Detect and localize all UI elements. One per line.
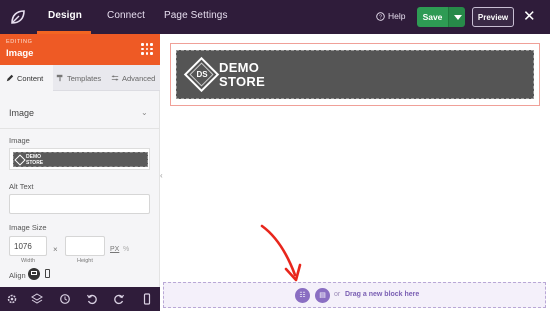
ds-logo-icon [14, 154, 26, 166]
height-input[interactable] [65, 236, 105, 256]
help-link[interactable]: ? Help [376, 11, 405, 21]
mobile-preview-icon[interactable] [141, 293, 153, 305]
tab-templates-label: Templates [67, 73, 102, 83]
brand-line1: DEMO [219, 60, 260, 75]
width-input[interactable]: 1076 [9, 236, 47, 256]
align-mobile-icon[interactable] [45, 269, 50, 278]
add-section-columns-icon[interactable]: ☷ [295, 288, 310, 303]
tab-content[interactable]: Content [0, 65, 53, 91]
thumbnail-brand-line2: STORE [26, 159, 44, 166]
dropzone-or: or [334, 291, 341, 298]
image-picker[interactable]: DEMO STORE [9, 148, 150, 170]
save-dropdown-chevron-icon[interactable] [448, 7, 465, 27]
width-caption: Width [21, 258, 36, 264]
layers-icon[interactable] [31, 293, 43, 305]
demo-store-banner-image: DS DEMO STORE [176, 50, 534, 99]
chevron-up-icon[interactable]: ⌄ [141, 108, 148, 117]
history-icon[interactable] [59, 293, 71, 305]
divider [0, 128, 160, 129]
height-caption: Height [77, 258, 93, 264]
editing-header: EDITING Image [0, 34, 160, 65]
red-arrow-annotation [260, 224, 302, 282]
align-label: Align [9, 271, 26, 280]
seedprod-logo-icon[interactable] [8, 7, 28, 27]
tab-design[interactable]: Design [48, 10, 82, 21]
bottom-toolbar [0, 287, 160, 311]
image-thumbnail: DEMO STORE [13, 152, 148, 167]
sidebar: EDITING Image Content Templates Advanced… [0, 34, 160, 311]
image-block[interactable]: DS DEMO STORE [170, 43, 540, 106]
alt-text-input[interactable] [9, 194, 150, 214]
brand-name: DEMO STORE [219, 61, 265, 89]
unit-percent-toggle[interactable]: % [123, 246, 129, 253]
image-label: Image [9, 136, 30, 145]
add-block-icon[interactable]: ▤ [315, 288, 330, 303]
section-title[interactable]: Image [9, 108, 34, 118]
drop-zone[interactable]: ☷ ▤ or Drag a new block here [163, 282, 546, 308]
top-bar: Design Connect Page Settings ? Help Save… [0, 0, 550, 34]
svg-text:?: ? [379, 14, 382, 20]
dropzone-drag-text: Drag a new block here [345, 291, 420, 298]
pencil-icon [6, 74, 14, 82]
preview-button[interactable]: Preview [472, 7, 514, 27]
help-label: Help [388, 11, 406, 21]
redo-icon[interactable] [113, 293, 125, 305]
tab-content-label: Content [17, 73, 44, 83]
editing-label: EDITING [6, 39, 33, 45]
paint-roller-icon [56, 74, 63, 82]
grid-menu-icon[interactable] [141, 43, 153, 55]
align-desktop-icon[interactable] [28, 268, 40, 280]
help-icon: ? [376, 11, 385, 21]
alt-text-label: Alt Text [9, 182, 34, 191]
ds-logo-letters: DS [196, 70, 208, 79]
sliders-icon [111, 75, 119, 81]
image-size-label: Image Size [9, 223, 47, 232]
collapse-sidebar-chevron-icon[interactable]: ‹ [160, 171, 163, 180]
tab-advanced[interactable]: Advanced [111, 65, 160, 91]
brand-line2: STORE [219, 74, 266, 89]
tab-advanced-label: Advanced [122, 73, 156, 83]
tab-templates[interactable]: Templates [56, 65, 106, 91]
close-icon[interactable]: ✕ [523, 8, 536, 26]
tab-connect[interactable]: Connect [107, 10, 145, 21]
undo-icon[interactable] [86, 293, 98, 305]
times-icon: × [53, 245, 58, 254]
subtabs: Content Templates Advanced [0, 65, 160, 91]
thumbnail-brand: DEMO STORE [26, 154, 44, 166]
editing-title: Image [6, 48, 34, 59]
tab-page-settings[interactable]: Page Settings [164, 10, 228, 21]
save-label: Save [422, 12, 443, 22]
preview-label: Preview [477, 12, 509, 22]
gear-icon[interactable] [6, 293, 18, 305]
unit-px-toggle[interactable]: PX [110, 246, 119, 253]
save-button[interactable]: Save [417, 7, 448, 27]
